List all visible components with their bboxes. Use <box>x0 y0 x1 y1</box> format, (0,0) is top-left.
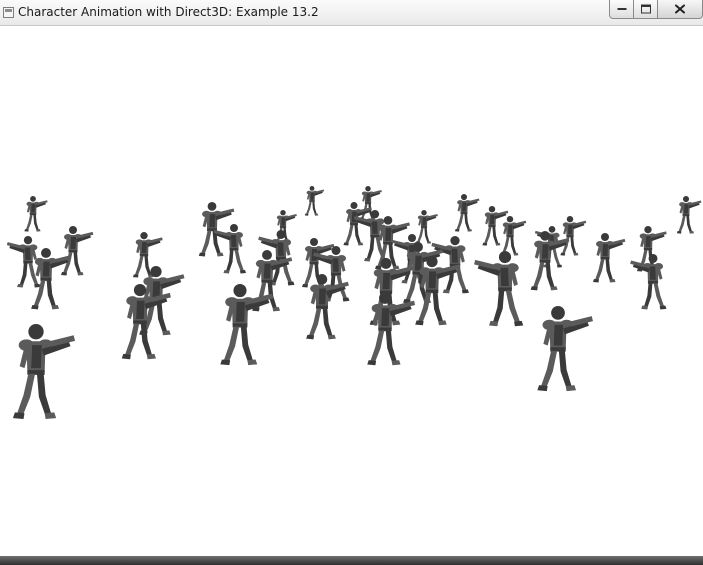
soldier-figure <box>61 226 94 276</box>
soldier-figure <box>474 251 524 327</box>
soldier-figure <box>24 196 48 232</box>
maximize-button[interactable] <box>634 0 658 19</box>
soldier-figure <box>500 216 527 256</box>
soldier-figure <box>306 274 349 340</box>
soldier-figure <box>304 186 325 216</box>
render-viewport[interactable] <box>0 26 703 556</box>
soldier-figure <box>415 210 438 244</box>
close-icon <box>675 4 685 14</box>
window-bottom-frame <box>0 556 703 565</box>
soldier-figure <box>593 233 626 283</box>
soldier-figure <box>198 202 235 257</box>
soldier-figure <box>220 284 274 366</box>
window-controls <box>609 0 703 20</box>
soldier-figure <box>630 254 667 310</box>
window-title: Character Animation with Direct3D: Examp… <box>18 5 319 19</box>
soldier-figure <box>274 210 297 244</box>
app-window: Character Animation with Direct3D: Examp… <box>0 0 703 565</box>
minimize-icon <box>617 8 626 10</box>
soldier-figure <box>454 194 480 232</box>
soldier-figure <box>560 216 587 256</box>
minimize-button[interactable] <box>609 0 634 19</box>
soldier-crowd-scene <box>6 186 702 420</box>
soldier-figure <box>537 306 593 392</box>
soldier-figure <box>12 324 76 420</box>
soldier-figure <box>676 196 702 234</box>
app-window-icon[interactable] <box>3 7 14 18</box>
title-bar[interactable]: Character Animation with Direct3D: Examp… <box>0 0 703 26</box>
maximize-icon <box>640 4 651 14</box>
soldier-figure <box>31 248 72 310</box>
close-button[interactable] <box>658 0 703 19</box>
